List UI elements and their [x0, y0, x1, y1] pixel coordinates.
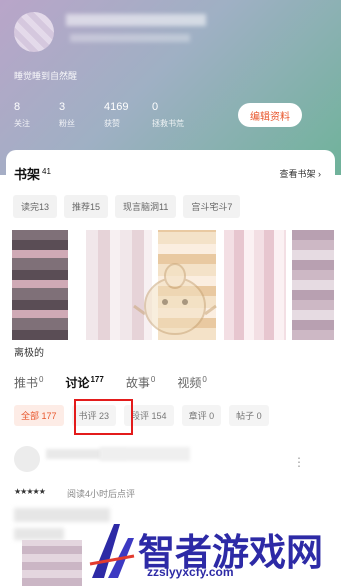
profile-stats: 8 关注 3 粉丝 4169 获赞 0 拯救书荒: [14, 101, 197, 129]
filter-posts[interactable]: 帖子 0: [229, 405, 269, 426]
book-cover[interactable]: [224, 230, 286, 340]
post-username-blurred: [100, 447, 190, 461]
stat-value: 0: [152, 101, 159, 113]
username-blurred: [66, 14, 206, 26]
stat-value: 3: [59, 101, 66, 113]
filter-chapter-review[interactable]: 章评 0: [181, 405, 222, 426]
tab-label: 视频: [177, 376, 202, 390]
edit-profile-button[interactable]: 编辑资料: [238, 103, 302, 127]
watermark-url: zzslyyxcfy.com: [147, 565, 234, 579]
shelf-title: 书架 41: [14, 164, 51, 183]
shelf-tab[interactable]: 推荐15: [64, 195, 109, 218]
more-options-icon[interactable]: ⋮: [293, 455, 305, 469]
book-covers-row: 离极的: [12, 230, 334, 376]
post-content-blurred: [14, 528, 64, 540]
shelf-category-tabs: 读完13 推荐15 现言脑洞11 宫斗宅斗7: [13, 195, 241, 218]
mascot-watermark-icon: [133, 263, 217, 335]
avatar[interactable]: [14, 12, 54, 52]
tab-count: 177: [90, 375, 104, 384]
tab-story[interactable]: 故事0: [126, 374, 155, 391]
shelf-tab[interactable]: 读完13: [13, 195, 58, 218]
stat-followers[interactable]: 3 粉丝: [59, 101, 104, 129]
profile-header: 睡觉睡到自然醒 8 关注 3 粉丝 4169 获赞 0 拯救书荒 编辑资料: [0, 0, 341, 175]
bookshelf-card: 书架 41 查看书架 › 读完13 推荐15 现言脑洞11 宫斗宅斗7 离极的: [6, 150, 335, 386]
rating-stars: ★★★★★: [14, 487, 46, 496]
tab-count: 0: [202, 375, 207, 384]
shelf-title-text: 书架: [14, 167, 41, 182]
tab-label: 推书: [14, 376, 39, 390]
view-shelf-label: 查看书架: [279, 169, 316, 179]
view-shelf-link[interactable]: 查看书架 ›: [279, 167, 321, 180]
stat-value: 4169: [104, 101, 129, 113]
profile-bio: 睡觉睡到自然醒: [14, 71, 78, 81]
stat-label: 获赞: [104, 119, 120, 128]
shelf-tab[interactable]: 现言脑洞11: [115, 195, 177, 218]
book-cover[interactable]: [12, 230, 68, 340]
tab-label: 讨论: [65, 376, 90, 390]
stat-following[interactable]: 8 关注: [14, 101, 59, 129]
shelf-tab[interactable]: 宫斗宅斗7: [183, 195, 241, 218]
tab-discussion[interactable]: 讨论177: [65, 374, 103, 391]
shelf-count: 41: [42, 166, 51, 176]
tab-label: 故事: [125, 376, 150, 390]
post-book-thumbnail[interactable]: [22, 540, 82, 586]
rating-meta: 阅读4小时后点评: [67, 489, 136, 499]
stat-likes[interactable]: 4169 获赞: [104, 101, 152, 129]
chevron-right-icon: ›: [318, 169, 321, 179]
stat-label: 关注: [14, 119, 30, 128]
tab-recommend[interactable]: 推书0: [14, 374, 43, 391]
book-cover[interactable]: [292, 230, 334, 340]
stat-rescue[interactable]: 0 拯救书荒: [152, 101, 197, 129]
book-title: 离极的: [14, 348, 44, 359]
tab-count: 0: [150, 375, 156, 384]
filter-all[interactable]: 全部 177: [14, 405, 64, 426]
post-avatar[interactable]: [14, 446, 40, 472]
stat-value: 8: [14, 101, 21, 113]
tab-count: 0: [39, 375, 44, 384]
discussion-filters: 全部 177 书评 23 段评 154 章评 0 帖子 0: [14, 405, 269, 426]
stat-label: 拯救书荒: [152, 119, 184, 128]
watermark-logo-icon: [89, 524, 135, 578]
stat-label: 粉丝: [59, 119, 75, 128]
user-id-blurred: [70, 34, 190, 42]
content-tabs: 推书0 讨论177 故事0 视频0: [14, 374, 229, 391]
highlight-annotation-box: [74, 399, 133, 435]
tab-video[interactable]: 视频0: [177, 374, 206, 391]
